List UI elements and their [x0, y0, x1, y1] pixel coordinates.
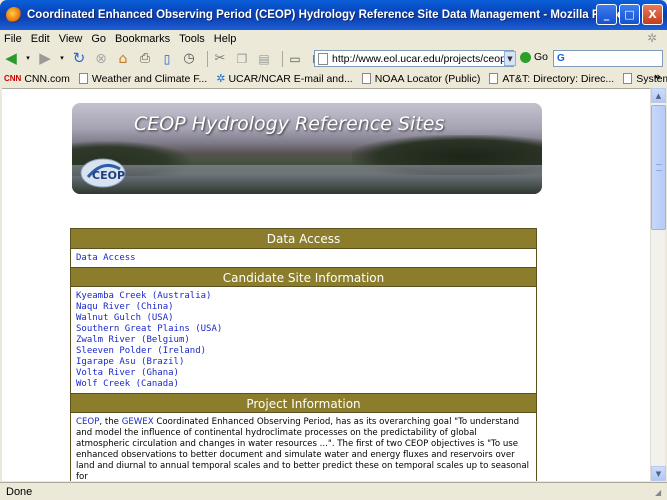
menu-edit[interactable]: Edit [31, 33, 50, 45]
page-icon [78, 73, 88, 84]
menu-bar: File Edit View Go Bookmarks Tools Help [0, 30, 667, 48]
window-controls: _ □ X [596, 4, 663, 25]
forward-dropdown-icon[interactable]: ▾ [59, 51, 65, 67]
minimize-button[interactable]: _ [596, 4, 617, 25]
cut-icon[interactable]: ✂ [212, 51, 228, 67]
status-bar: Done ◢ [0, 482, 667, 500]
gewex-link[interactable]: GEWEX [122, 417, 154, 427]
scrollbar-grip-icon [656, 164, 662, 171]
cnn-icon: CNN [4, 74, 22, 83]
page-icon [361, 73, 371, 84]
stop-icon[interactable]: ⊗ [93, 51, 109, 67]
site-link-igarape-asu[interactable]: Igarape Asu (Brazil) [76, 357, 531, 368]
new-window-icon[interactable]: ▭ [287, 51, 303, 67]
bookmark-label: NOAA Locator (Public) [374, 72, 481, 85]
site-link-sleeven-polder[interactable]: Sleeven Polder (Ireland) [76, 346, 531, 357]
menu-file[interactable]: File [4, 33, 22, 45]
svg-text:CEOP: CEOP [92, 169, 125, 182]
ucar-icon: ✲ [216, 73, 226, 85]
bookmark-noaa[interactable]: NOAA Locator (Public) [361, 72, 481, 85]
section-candidate-sites: Kyeamba Creek (Australia) Naqu River (Ch… [71, 287, 536, 393]
back-dropdown-icon[interactable]: ▾ [25, 51, 31, 67]
section-heading-data-access: Data Access [71, 229, 536, 249]
menu-tools[interactable]: Tools [179, 33, 205, 45]
toolbar-separator [282, 50, 283, 67]
print-icon[interactable]: ⎙ [137, 51, 153, 67]
bookmarks-overflow-button[interactable]: » [654, 70, 661, 83]
project-info-paragraph: CEOP, the GEWEX Coordinated Enhanced Obs… [71, 413, 536, 481]
maximize-button[interactable]: □ [619, 4, 640, 25]
scroll-down-arrow-icon[interactable]: ▼ [651, 466, 666, 481]
throbber-icon: ✲ [647, 31, 658, 45]
scroll-up-arrow-icon[interactable]: ▲ [651, 88, 666, 103]
forward-icon[interactable]: ▶ [37, 51, 53, 67]
section-heading-candidate-sites: Candidate Site Information [71, 267, 536, 287]
copy-icon[interactable]: ❐ [234, 51, 250, 67]
url-bar[interactable]: http://www.eol.ucar.edu/projects/ceop/d [314, 50, 514, 67]
site-link-zwalm-river[interactable]: Zwalm River (Belgium) [76, 335, 531, 346]
bookmark-ucar-email[interactable]: ✲ UCAR/NCAR E-mail and... [216, 72, 353, 86]
bookmarks-sidebar-icon[interactable]: ▯ [159, 51, 175, 67]
status-text: Done [6, 485, 33, 498]
bookmark-label: UCAR/NCAR E-mail and... [228, 72, 353, 85]
bookmark-cnn[interactable]: CNN CNN.com [4, 73, 70, 85]
menu-view[interactable]: View [59, 33, 83, 45]
resize-grip-icon[interactable]: ◢ [655, 488, 665, 498]
scrollbar-thumb[interactable] [651, 105, 666, 230]
data-access-link[interactable]: Data Access [76, 253, 531, 264]
reload-icon[interactable]: ↻ [71, 51, 87, 67]
site-link-wolf-creek[interactable]: Wolf Creek (Canada) [76, 379, 531, 390]
bookmark-att[interactable]: AT&T: Directory: Direc... [489, 73, 614, 85]
paste-icon[interactable]: ▤ [256, 51, 272, 67]
window-title: Coordinated Enhanced Observing Period (C… [27, 9, 631, 21]
go-label: Go [534, 51, 549, 63]
bookmark-label: Weather and Climate F... [91, 72, 208, 85]
bookmarks-bar: CNN CNN.com Weather and Climate F... ✲ U… [0, 70, 667, 87]
bookmark-weather[interactable]: Weather and Climate F... [78, 72, 208, 85]
ceop-link[interactable]: CEOP [76, 417, 99, 427]
vertical-scrollbar[interactable]: ▲ ▼ [650, 88, 666, 481]
go-icon [520, 51, 531, 63]
google-search-icon: G [557, 53, 565, 64]
header-banner: CEOP Hydrology Reference Sites CEOP [72, 103, 542, 194]
menu-go[interactable]: Go [91, 33, 106, 45]
go-button[interactable]: Go [520, 51, 548, 63]
bookmark-label: Systems Support Online [636, 72, 667, 85]
project-text-1: , the [99, 417, 122, 427]
history-icon[interactable]: ◷ [181, 51, 197, 67]
page-icon [318, 52, 328, 65]
banner-title: CEOP Hydrology Reference Sites [134, 113, 445, 135]
page-icon [489, 73, 499, 84]
search-box[interactable]: G [553, 50, 663, 67]
site-link-volta-river[interactable]: Volta River (Ghana) [76, 368, 531, 379]
firefox-icon [6, 7, 22, 23]
ceop-logo-icon: CEOP [80, 158, 126, 188]
section-data-access: Data Access [71, 249, 536, 267]
url-text: http://www.eol.ucar.edu/projects/ceop/d [332, 52, 514, 65]
menu-help[interactable]: Help [214, 33, 237, 45]
home-icon[interactable]: ⌂ [115, 51, 131, 67]
page-icon [623, 73, 633, 84]
site-link-southern-great-plains[interactable]: Southern Great Plains (USA) [76, 324, 531, 335]
bookmark-label: AT&T: Directory: Direc... [502, 72, 615, 85]
site-link-walnut-gulch[interactable]: Walnut Gulch (USA) [76, 313, 531, 324]
page-viewport: CEOP Hydrology Reference Sites CEOP Data… [2, 88, 650, 481]
banner-water [72, 165, 542, 194]
title-bar: Coordinated Enhanced Observing Period (C… [0, 0, 667, 30]
site-link-naqu-river[interactable]: Naqu River (China) [76, 302, 531, 313]
content-table: Data Access Data Access Candidate Site I… [70, 228, 537, 481]
section-heading-project-info: Project Information [71, 393, 536, 413]
back-icon[interactable]: ◀ [3, 51, 19, 67]
bookmark-label: CNN.com [24, 72, 70, 85]
url-dropdown-button[interactable]: ▼ [504, 51, 516, 66]
site-link-kyeamba-creek[interactable]: Kyeamba Creek (Australia) [76, 291, 531, 302]
close-button[interactable]: X [642, 4, 663, 25]
toolbar-separator [207, 50, 208, 67]
menu-bookmarks[interactable]: Bookmarks [115, 33, 170, 45]
